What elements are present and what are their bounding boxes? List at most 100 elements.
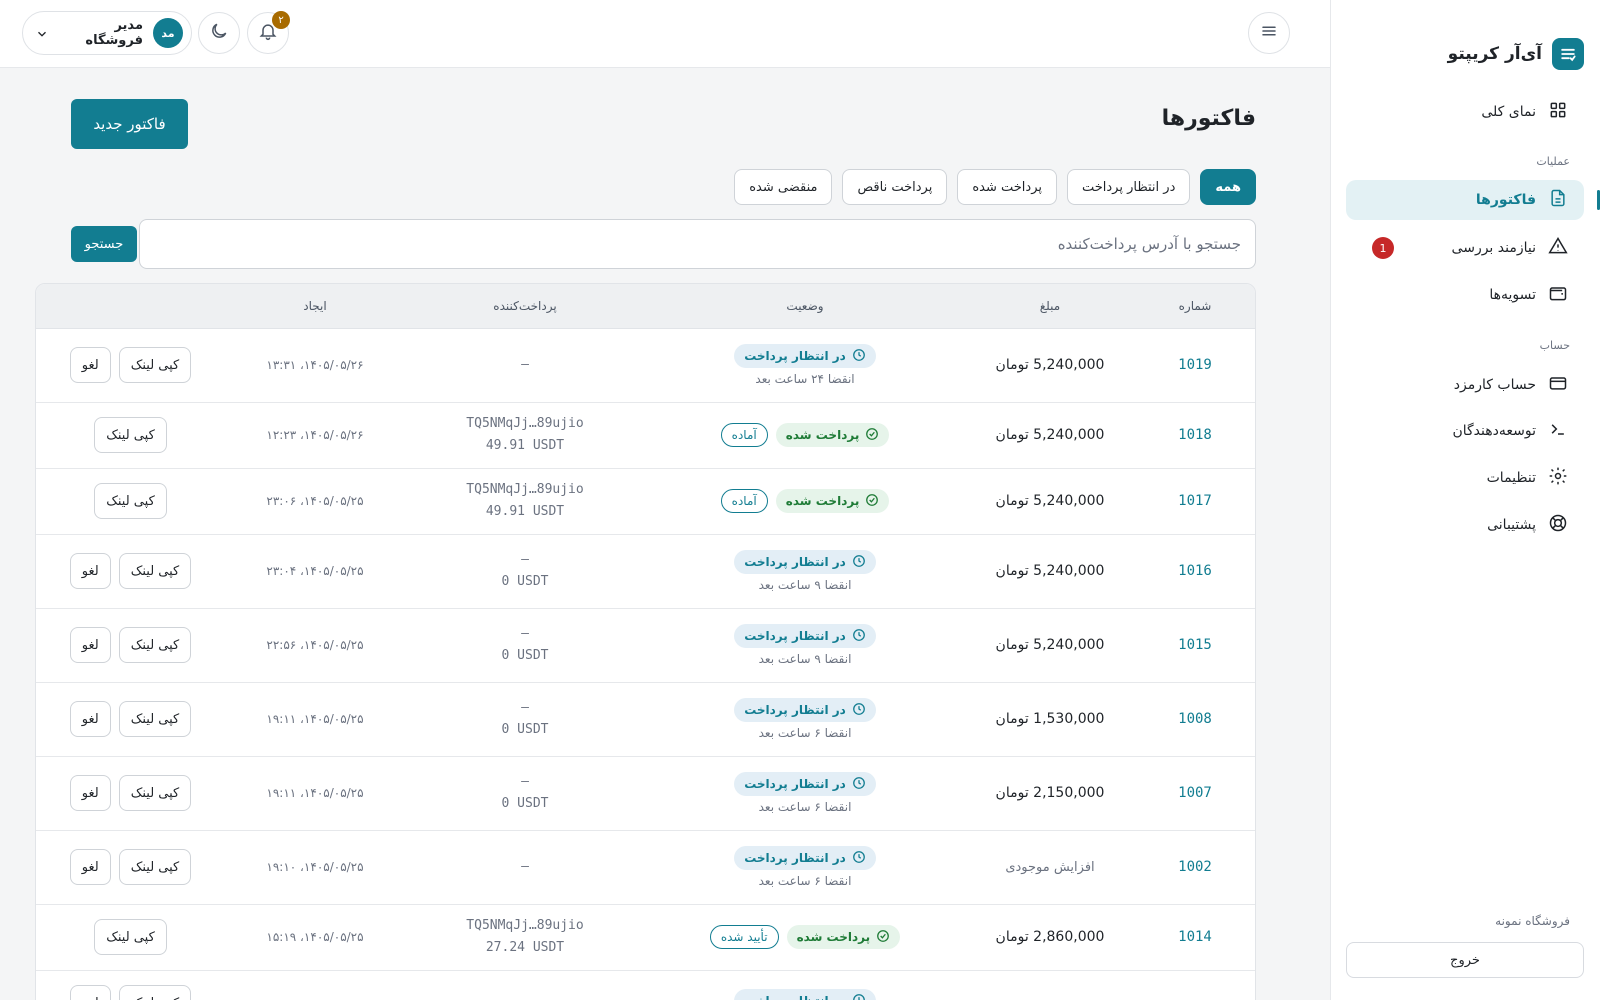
status-label: پرداخت شده	[785, 494, 860, 508]
status-badge: پرداخت شده	[775, 423, 890, 447]
created-date: ۱۴۰۵/۰۵/۲۵، ۱۹:۱۰	[266, 859, 364, 874]
user-menu[interactable]: مد مدیر فروشگاه	[22, 11, 192, 55]
table-row[interactable]: 1008 1,530,000 تومان در انتظار پرداخت انقضا…	[36, 682, 1255, 757]
cancel-button[interactable]: لغو	[69, 701, 111, 737]
table-row[interactable]: در انتظار پرداخت کپی لینک لغو	[36, 970, 1255, 1000]
amount: 2,860,000 تومان	[995, 929, 1105, 945]
filter-pending[interactable]: در انتظار پرداخت	[1066, 169, 1191, 205]
payer-address: —	[521, 700, 529, 715]
invoice-number-link[interactable]: 1019	[1178, 357, 1212, 373]
table-row[interactable]: 1018 5,240,000 تومان پرداخت شده آماده TQ5NMq…	[36, 402, 1255, 469]
invoice-number-link[interactable]: 1015	[1178, 637, 1212, 653]
table-row[interactable]: 1014 2,860,000 تومان پرداخت شده تأیید شده TQ…	[36, 904, 1255, 971]
cancel-button[interactable]: لغو	[69, 553, 111, 589]
payer-cell: — 0 USDT	[405, 549, 645, 593]
theme-toggle-button[interactable]	[198, 12, 240, 54]
table-row[interactable]: 1017 5,240,000 تومان پرداخت شده آماده TQ5NMq…	[36, 468, 1255, 535]
copy-link-button[interactable]: کپی لینک	[118, 347, 192, 383]
amount: 5,240,000 تومان	[995, 563, 1105, 579]
sidebar-item-needs-review[interactable]: نیازمند بررسی 1	[1346, 228, 1584, 268]
brand[interactable]: آی‌آر کریپتو	[1331, 0, 1600, 80]
table-row[interactable]: 1016 5,240,000 تومان در انتظار پرداخت انقضا…	[36, 534, 1255, 609]
cancel-button[interactable]: لغو	[69, 985, 111, 1000]
sidebar-item-label: حساب کارمزد	[1453, 377, 1536, 393]
clock-icon	[852, 628, 866, 645]
user-name: مدیر فروشگاه	[85, 18, 143, 48]
column-header: پرداخت‌کننده	[405, 284, 645, 329]
search-button[interactable]: جستجو	[71, 226, 137, 262]
status-label: در انتظار پرداخت	[744, 777, 846, 791]
status-label: در انتظار پرداخت	[744, 555, 846, 569]
invoice-number-link[interactable]: 1017	[1178, 493, 1212, 509]
invoice-number-link[interactable]: 1007	[1178, 785, 1212, 801]
status-label: در انتظار پرداخت	[744, 349, 846, 363]
sidebar-item-label: تسویه‌ها	[1489, 287, 1536, 303]
sidebar-item-support[interactable]: پشتیبانی	[1346, 505, 1584, 545]
table-row[interactable]: 1002 افزایش موجودی در انتظار پرداخت انقضا ۶…	[36, 830, 1255, 905]
status-badge: در انتظار پرداخت	[734, 624, 876, 648]
status-label: در انتظار پرداخت	[744, 851, 846, 865]
invoice-number-link[interactable]: 1008	[1178, 711, 1212, 727]
sidebar-item-settings[interactable]: تنظیمات	[1346, 458, 1584, 498]
cancel-button[interactable]: لغو	[69, 347, 111, 383]
created-date: ۱۴۰۵/۰۵/۲۵، ۱۹:۱۱	[266, 711, 364, 726]
created-date: ۱۴۰۵/۰۵/۲۶، ۱۲:۲۳	[266, 427, 364, 442]
hamburger-icon	[1260, 22, 1278, 44]
status-badge: در انتظار پرداخت	[734, 550, 876, 574]
sidebar-item-overview[interactable]: نمای کلی	[1346, 92, 1584, 132]
copy-link-button[interactable]: کپی لینک	[118, 553, 192, 589]
copy-link-button[interactable]: کپی لینک	[118, 627, 192, 663]
copy-link-button[interactable]: کپی لینک	[118, 849, 192, 885]
filter-paid[interactable]: پرداخت شده	[957, 169, 1057, 205]
filter-expired[interactable]: منقضی شده	[734, 169, 833, 205]
notification-count-badge: ۲	[272, 11, 290, 29]
menu-toggle-button[interactable]	[1248, 12, 1290, 54]
sidebar-item-fee-account[interactable]: حساب کارمزد	[1346, 365, 1584, 405]
new-invoice-button[interactable]: فاکتور جدید	[71, 99, 188, 149]
page-title: فاکتورها	[1161, 106, 1256, 131]
copy-link-button[interactable]: کپی لینک	[94, 483, 167, 519]
status-label: در انتظار پرداخت	[744, 994, 846, 1000]
status-label: در انتظار پرداخت	[744, 629, 846, 643]
avatar: مد	[153, 18, 183, 48]
notifications-button[interactable]: ۲	[247, 11, 290, 54]
copy-link-button[interactable]: کپی لینک	[118, 985, 192, 1000]
copy-link-button[interactable]: کپی لینک	[94, 919, 167, 955]
sidebar-section-operations: عملیات	[1536, 155, 1570, 168]
warning-icon	[1548, 236, 1568, 260]
sidebar-item-settlements[interactable]: تسویه‌ها	[1346, 275, 1584, 315]
copy-link-button[interactable]: کپی لینک	[94, 417, 167, 453]
table-row[interactable]: 1007 2,150,000 تومان در انتظار پرداخت انقضا…	[36, 756, 1255, 831]
column-header: شماره	[1135, 284, 1255, 329]
copy-link-button[interactable]: کپی لینک	[118, 701, 192, 737]
payer-amount: 49.91 USDT	[485, 438, 565, 453]
sidebar-item-invoices[interactable]: فاکتورها	[1346, 180, 1600, 220]
sidebar-item-label: نیازمند بررسی	[1451, 240, 1536, 256]
expiry-text: انقضا ۶ ساعت بعد	[758, 726, 852, 740]
copy-link-button[interactable]: کپی لینک	[118, 775, 192, 811]
logout-button[interactable]: خروج	[1346, 942, 1584, 978]
settlement-tag: آماده	[720, 423, 768, 447]
lifebuoy-icon	[1548, 513, 1568, 537]
invoice-number-link[interactable]: 1014	[1178, 929, 1212, 945]
sidebar-item-developers[interactable]: توسعه‌دهندگان	[1346, 411, 1584, 451]
amount: 5,240,000 تومان	[995, 427, 1105, 443]
table-row[interactable]: 1019 5,240,000 تومان در انتظار پرداخت انقضا…	[36, 328, 1255, 403]
cancel-button[interactable]: لغو	[69, 627, 111, 663]
invoice-number-link[interactable]: 1002	[1178, 859, 1212, 875]
status-badge: در انتظار پرداخت	[734, 344, 876, 368]
expiry-text: انقضا ۶ ساعت بعد	[758, 800, 852, 814]
filter-partial[interactable]: پرداخت ناقص	[842, 169, 948, 205]
terminal-icon	[1548, 419, 1568, 443]
cancel-button[interactable]: لغو	[69, 775, 111, 811]
check-circle-icon	[876, 929, 890, 946]
filter-all[interactable]: همه	[1200, 169, 1256, 205]
search-input[interactable]	[139, 219, 1256, 269]
created-date: ۱۴۰۵/۰۵/۲۵، ۲۳:۰۶	[266, 493, 364, 508]
clock-icon	[852, 348, 866, 365]
invoice-number-link[interactable]: 1016	[1178, 563, 1212, 579]
cancel-button[interactable]: لغو	[69, 849, 111, 885]
expiry-text: انقضا ۲۴ ساعت بعد	[755, 372, 855, 386]
table-row[interactable]: 1015 5,240,000 تومان در انتظار پرداخت انقضا…	[36, 608, 1255, 683]
invoice-number-link[interactable]: 1018	[1178, 427, 1212, 443]
